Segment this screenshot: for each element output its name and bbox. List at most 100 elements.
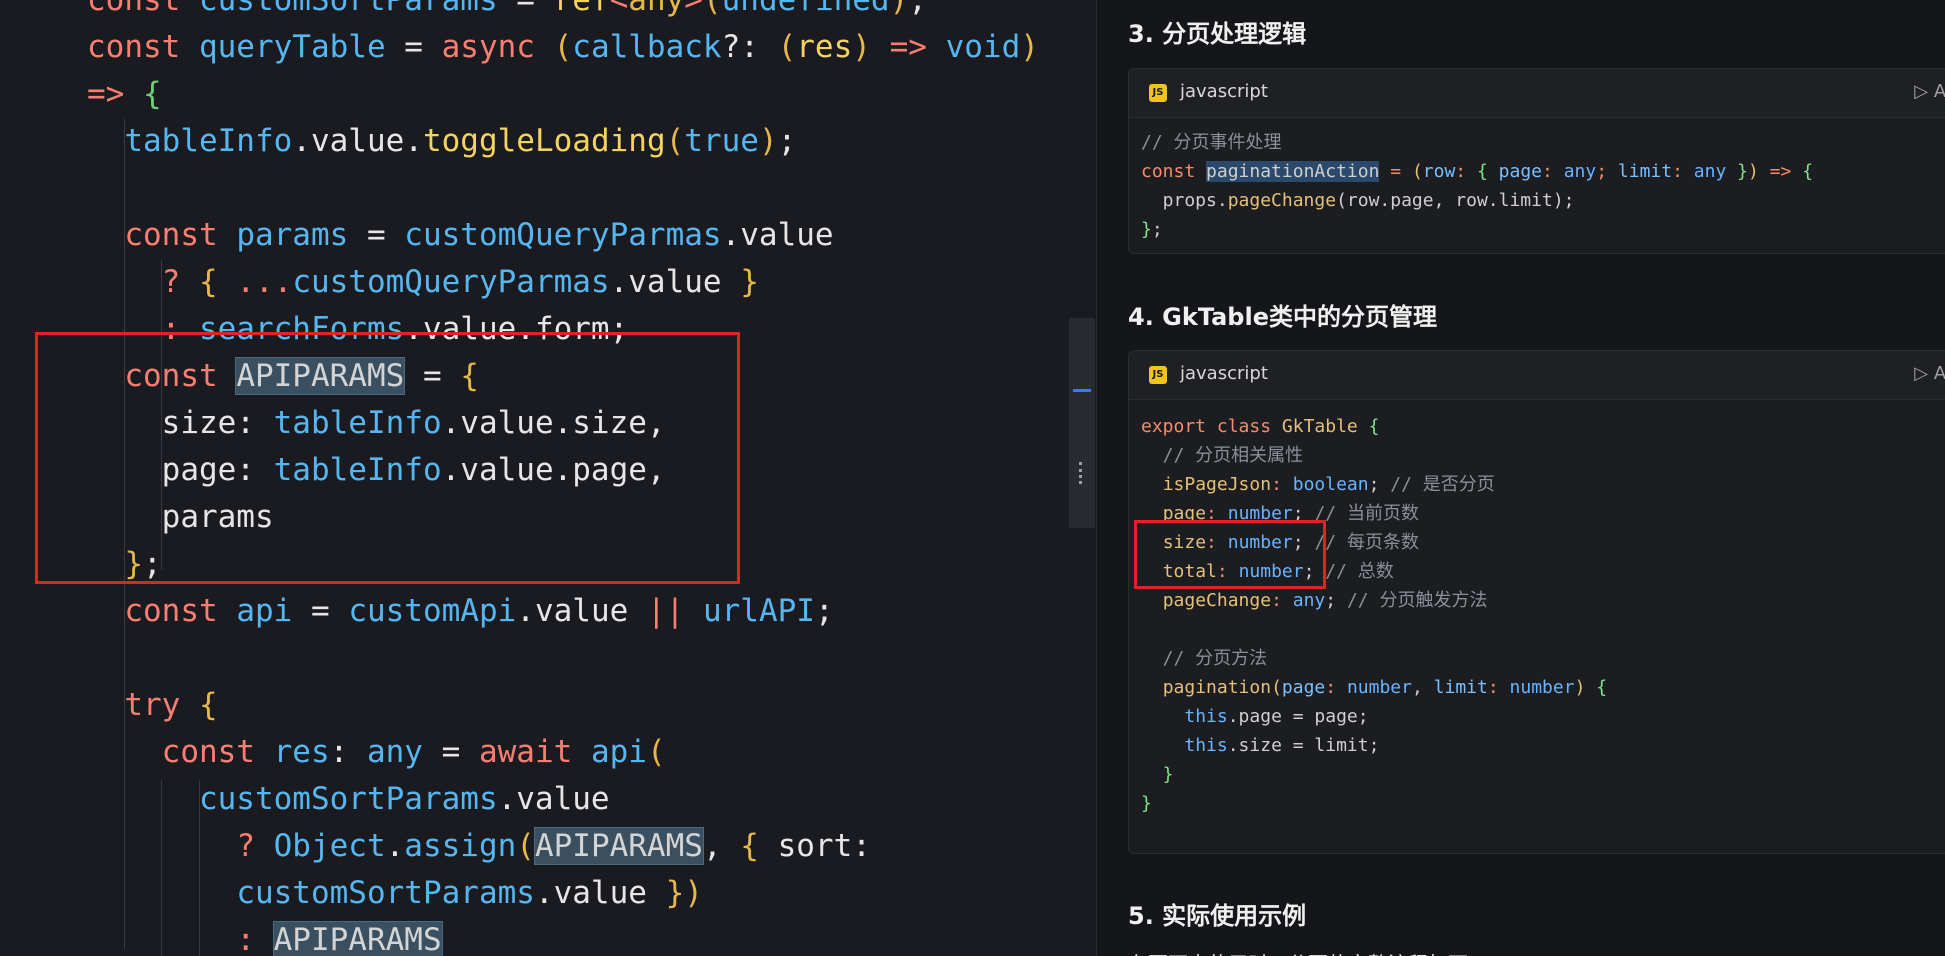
code-token: ): [1574, 677, 1597, 698]
code-line: ? Object.assign(APIPARAMS, { sort:: [87, 823, 871, 870]
code-token: customQueryParmas: [404, 217, 722, 253]
code-token: .value: [497, 781, 610, 817]
code-token: ...: [236, 264, 293, 300]
code-line: const api = customApi.value || urlAPI;: [87, 588, 833, 635]
code-token: ;: [1596, 161, 1618, 182]
section-4-heading: 4. GkTable类中的分页管理: [1128, 303, 1437, 331]
code-language-label: javascript: [1180, 363, 1268, 384]
code-token: {: [143, 76, 162, 112]
section-5-text: 在页面中使用时，分页的完整流程如下：: [1128, 948, 1488, 956]
code-line: export class GkTable {: [1141, 412, 1945, 441]
code-token: paginationAction: [1206, 161, 1380, 182]
indent-guide: [199, 780, 200, 956]
code-token: (: [1411, 161, 1423, 182]
code-token: const: [124, 593, 237, 629]
code-token: // 是否分页: [1390, 474, 1495, 495]
code-token: APIPARAMS: [272, 921, 443, 956]
code-token: ref: [553, 0, 610, 18]
code-token: isPageJson: [1162, 474, 1272, 495]
code-token: (: [777, 29, 797, 65]
code-token: try: [124, 687, 199, 723]
code-token: assign: [404, 828, 517, 864]
code-token: =: [497, 0, 554, 18]
code-token: ): [1020, 29, 1039, 65]
code-token: ;: [777, 123, 797, 159]
code-token: props.: [1141, 190, 1228, 211]
code-token: customSortParams: [198, 781, 498, 817]
code-line: const res: any = await api(: [87, 729, 666, 776]
code-token: export class: [1141, 416, 1282, 437]
code-token: limit: [1433, 677, 1488, 698]
code-token: pagination: [1162, 677, 1272, 698]
code-token: ;: [1368, 474, 1391, 495]
code-line: // 分页事件处理: [1141, 128, 1945, 157]
code-token: :: [236, 922, 274, 956]
code-token: :: [1271, 590, 1293, 611]
code-token: ;: [908, 0, 927, 18]
code-token: .page = page;: [1227, 706, 1369, 727]
code-line: const customSortParams = ref<any>(undefi…: [87, 0, 927, 24]
javascript-icon: JS: [1149, 366, 1167, 384]
code-line: const paginationAction = (row: { page: a…: [1141, 157, 1945, 186]
code-token: // 分页相关属性: [1141, 445, 1304, 466]
code-token: :: [1455, 161, 1477, 182]
code-token: (: [516, 828, 535, 864]
code-token: limit: [1617, 161, 1673, 182]
code-token: >: [684, 0, 703, 18]
code-token: (row.page, row.limit);: [1336, 190, 1575, 211]
code-card-header: JS javascript ▷ App: [1129, 69, 1945, 118]
code-token: callback: [572, 29, 722, 65]
code-token: void: [945, 29, 1021, 65]
code-line: isPageJson: boolean; // 是否分页: [1141, 470, 1945, 499]
code-editor[interactable]: const customSortParams = ref<any>(undefi…: [0, 0, 1096, 956]
code-token: api: [590, 734, 647, 770]
code-token: :: [329, 734, 367, 770]
code-token: async: [441, 29, 554, 65]
code-token: =: [385, 29, 442, 65]
apply-button[interactable]: ▷ App: [1914, 81, 1945, 102]
code-token: row: [1422, 161, 1456, 182]
code-card-body: export class GkTable { // 分页相关属性 isPageJ…: [1129, 400, 1945, 818]
highlight-box-size-total: [1134, 520, 1326, 589]
split-resize-handle[interactable]: [1079, 462, 1088, 484]
code-token: any: [628, 0, 685, 18]
code-token: ;: [1325, 590, 1347, 611]
code-token: {: [198, 264, 237, 300]
code-card-body: // 分页事件处理 const paginationAction = (row: …: [1129, 118, 1945, 244]
code-token: boolean: [1292, 474, 1369, 495]
code-token: .value: [534, 875, 666, 911]
code-token: this: [1184, 735, 1228, 756]
editor-scrollbar[interactable]: [1069, 318, 1095, 528]
code-token: number: [1346, 677, 1412, 698]
section-3-heading: 3. 分页处理逻辑: [1128, 20, 1307, 48]
code-token: // 总数: [1325, 561, 1394, 582]
code-token: ?: [236, 828, 274, 864]
code-line: }: [1141, 760, 1945, 789]
code-token: GkTable: [1281, 416, 1369, 437]
code-token: params: [236, 217, 349, 253]
apply-button[interactable]: ▷ App: [1914, 363, 1945, 384]
code-token: // 分页事件处理: [1141, 132, 1282, 153]
code-token: =: [1379, 161, 1412, 182]
code-token: ?: [161, 264, 199, 300]
code-token: const: [124, 217, 237, 253]
code-token: =>: [87, 76, 143, 112]
highlight-box-apiparams: [35, 332, 740, 584]
code-token: :: [1271, 474, 1293, 495]
code-card-gktable: JS javascript ▷ App export class GkTable…: [1128, 350, 1945, 854]
code-token: :: [1487, 677, 1510, 698]
code-line: const params = customQueryParmas.value: [87, 212, 833, 259]
code-token: undefined: [721, 0, 890, 18]
code-line: pagination(page: number, limit: number) …: [1141, 673, 1945, 702]
code-token: (: [702, 0, 722, 18]
code-token: ;: [1151, 219, 1163, 240]
code-token: pageChange: [1162, 590, 1272, 611]
code-token: ||: [646, 593, 703, 629]
